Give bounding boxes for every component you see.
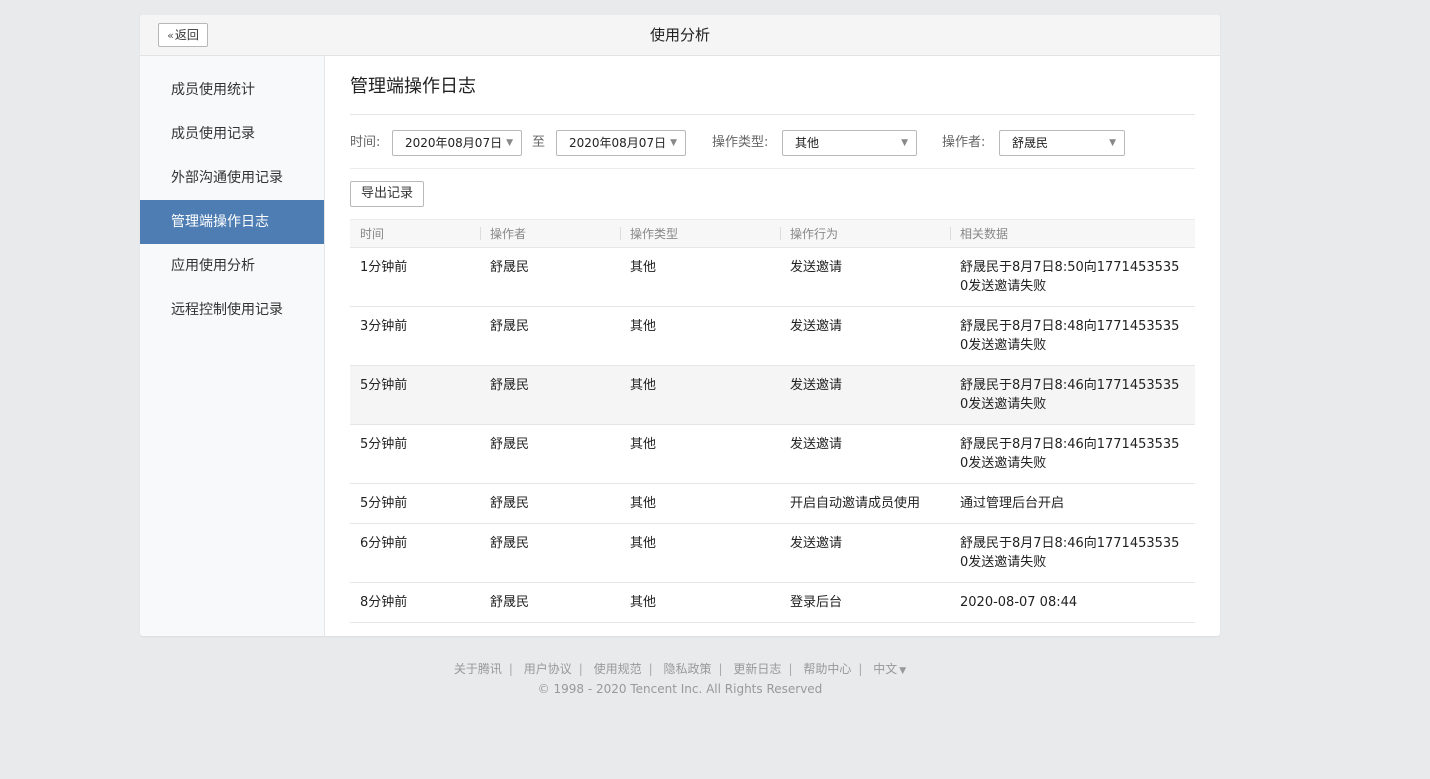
- caret-down-icon: ▼: [901, 138, 908, 148]
- copyright: © 1998 - 2020 Tencent Inc. All Rights Re…: [537, 682, 823, 696]
- cell-action: 发送邀请: [780, 365, 950, 425]
- filter-divider: [350, 168, 1195, 169]
- operator-label: 操作者:: [942, 135, 986, 150]
- caret-down-icon: ▼: [1109, 138, 1116, 148]
- table-row: 5分钟前 舒晟民 其他 发送邀请 舒晟民于8月7日8:46向1771453535…: [350, 424, 1195, 484]
- table-row: 5分钟前 舒晟民 其他 发送邀请 舒晟民于8月7日8:46向1771453535…: [350, 365, 1195, 425]
- cell-operator: 舒晟民: [480, 247, 620, 307]
- cell-data: 舒晟民于8月7日8:50向17714535350发送邀请失败: [950, 247, 1195, 307]
- table-header-row: 时间 操作者 操作类型 操作行为 相关数据: [350, 219, 1195, 248]
- column-header-type: 操作类型: [620, 219, 780, 248]
- table-row: 3分钟前 舒晟民 其他 发送邀请 舒晟民于8月7日8:48向1771453535…: [350, 306, 1195, 366]
- cell-type: 其他: [620, 424, 780, 484]
- caret-down-icon: ▼: [899, 666, 907, 676]
- table-row: 8分钟前 舒晟民 其他 登录后台 2020-08-07 08:44: [350, 582, 1195, 623]
- sidebar: 成员使用统计 成员使用记录 外部沟通使用记录 管理端操作日志 应用使用分析 远程…: [140, 56, 325, 636]
- top-bar: «返回 使用分析: [140, 15, 1220, 56]
- column-header-time: 时间: [350, 219, 480, 248]
- cell-data: 2020-08-07 08:44: [950, 582, 1195, 623]
- export-records-button[interactable]: 导出记录: [350, 181, 424, 207]
- cell-time: 3分钟前: [350, 306, 480, 366]
- cell-time: 8分钟前: [350, 582, 480, 623]
- column-header-action: 操作行为: [780, 219, 950, 248]
- footer-link-usage-rules[interactable]: 使用规范: [594, 662, 642, 676]
- cell-time: 5分钟前: [350, 424, 480, 484]
- cell-type: 其他: [620, 365, 780, 425]
- table-row: 5分钟前 舒晟民 其他 开启自动邀请成员使用 通过管理后台开启: [350, 483, 1195, 524]
- cell-action: 开启自动邀请成员使用: [780, 483, 950, 524]
- sidebar-item-member-stats[interactable]: 成员使用统计: [140, 68, 324, 112]
- cell-type: 其他: [620, 483, 780, 524]
- date-to-value: 2020年08月07日: [569, 136, 667, 150]
- cell-data: 舒晟民于8月7日8:46向17714535350发送邀请失败: [950, 424, 1195, 484]
- cell-type: 其他: [620, 582, 780, 623]
- footer-link-user-agreement[interactable]: 用户协议: [524, 662, 572, 676]
- date-from-select[interactable]: 2020年08月07日 ▼: [392, 130, 522, 156]
- sidebar-item-admin-log[interactable]: 管理端操作日志: [140, 200, 324, 244]
- cell-operator: 舒晟民: [480, 306, 620, 366]
- cell-action: 发送邀请: [780, 523, 950, 583]
- operation-type-value: 其他: [795, 136, 820, 150]
- sidebar-item-member-records[interactable]: 成员使用记录: [140, 112, 324, 156]
- operation-type-label: 操作类型:: [712, 135, 769, 150]
- sidebar-item-external-comm[interactable]: 外部沟通使用记录: [140, 156, 324, 200]
- footer-links: 关于腾讯 | 用户协议 | 使用规范 | 隐私政策 | 更新日志 | 帮助中心 | 中文 ▼: [453, 662, 907, 676]
- caret-down-icon: ▼: [670, 138, 677, 148]
- footer-link-privacy[interactable]: 隐私政策: [664, 662, 712, 676]
- cell-action: 发送邀请: [780, 247, 950, 307]
- date-to-select[interactable]: 2020年08月07日 ▼: [556, 130, 686, 156]
- column-header-data: 相关数据: [950, 219, 1195, 248]
- cell-data: 舒晟民于8月7日8:46向17714535350发送邀请失败: [950, 523, 1195, 583]
- cell-type: 其他: [620, 523, 780, 583]
- table-row: 6分钟前 舒晟民 其他 发送邀请 舒晟民于8月7日8:46向1771453535…: [350, 523, 1195, 583]
- cell-operator: 舒晟民: [480, 424, 620, 484]
- operation-type-select[interactable]: 其他 ▼: [782, 130, 917, 156]
- main-panel: «返回 使用分析 成员使用统计 成员使用记录 外部沟通使用记录 管理端操作日志 …: [140, 15, 1220, 636]
- cell-operator: 舒晟民: [480, 483, 620, 524]
- sidebar-item-remote-control[interactable]: 远程控制使用记录: [140, 288, 324, 332]
- column-header-operator: 操作者: [480, 219, 620, 248]
- filter-row: 时间: 2020年08月07日 ▼ 至 2020年08月07日 ▼ 操作类型: …: [350, 130, 1195, 156]
- footer-link-changelog[interactable]: 更新日志: [733, 662, 781, 676]
- cell-data: 舒晟民于8月7日8:48向17714535350发送邀请失败: [950, 306, 1195, 366]
- cell-operator: 舒晟民: [480, 523, 620, 583]
- operator-value: 舒晟民: [1012, 136, 1049, 150]
- cell-operator: 舒晟民: [480, 365, 620, 425]
- cell-type: 其他: [620, 306, 780, 366]
- cell-action: 登录后台: [780, 582, 950, 623]
- cell-action: 发送邀请: [780, 424, 950, 484]
- table-row: 1分钟前 舒晟民 其他 发送邀请 舒晟民于8月7日8:50向1771453535…: [350, 247, 1195, 307]
- footer-link-help[interactable]: 帮助中心: [803, 662, 851, 676]
- cell-data: 舒晟民于8月7日8:46向17714535350发送邀请失败: [950, 365, 1195, 425]
- cell-data: 通过管理后台开启: [950, 483, 1195, 524]
- title-divider: [350, 114, 1195, 115]
- sidebar-item-app-analysis[interactable]: 应用使用分析: [140, 244, 324, 288]
- cell-operator: 舒晟民: [480, 582, 620, 623]
- operation-log-table: 时间 操作者 操作类型 操作行为 相关数据 1分钟前 舒晟民 其他 发送邀请 舒…: [350, 219, 1195, 623]
- cell-time: 5分钟前: [350, 365, 480, 425]
- language-selector[interactable]: 中文 ▼: [873, 662, 906, 676]
- operator-select[interactable]: 舒晟民 ▼: [999, 130, 1125, 156]
- cell-type: 其他: [620, 247, 780, 307]
- date-from-value: 2020年08月07日: [405, 136, 503, 150]
- page-title: 管理端操作日志: [350, 76, 476, 97]
- cell-action: 发送邀请: [780, 306, 950, 366]
- time-label: 时间:: [350, 135, 381, 150]
- cell-time: 1分钟前: [350, 247, 480, 307]
- page-header-title: 使用分析: [649, 26, 710, 44]
- caret-down-icon: ▼: [506, 138, 513, 148]
- cell-time: 5分钟前: [350, 483, 480, 524]
- to-label: 至: [532, 135, 546, 150]
- footer-link-about[interactable]: 关于腾讯: [454, 662, 502, 676]
- cell-time: 6分钟前: [350, 523, 480, 583]
